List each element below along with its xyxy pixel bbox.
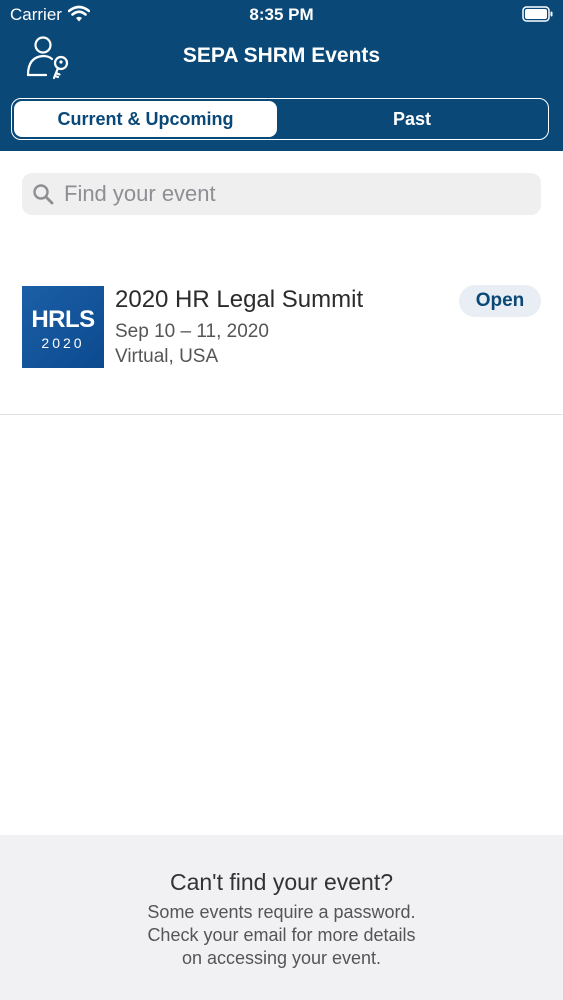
- event-logo-text: HRLS: [31, 306, 95, 333]
- search-input[interactable]: [64, 173, 524, 215]
- help-footer: Can't find your event? Some events requi…: [0, 835, 563, 1000]
- tab-past[interactable]: Past: [278, 101, 546, 137]
- event-logo-year: 2020: [41, 335, 85, 351]
- footer-text: Some events require a password.: [147, 902, 416, 922]
- search-bar: [22, 173, 541, 215]
- status-bar: Carrier 8:35 PM: [0, 0, 563, 30]
- app-title: SEPA SHRM Events: [182, 44, 381, 67]
- open-button[interactable]: Open: [459, 285, 541, 317]
- footer-text: on accessing your event.: [181, 948, 382, 968]
- event-location: Virtual, USA: [115, 346, 219, 367]
- header: Carrier 8:35 PM SEPA SHRM Events Current…: [0, 0, 563, 151]
- event-dates: Sep 10 – 11, 2020: [115, 321, 269, 342]
- battery-icon: [522, 6, 553, 22]
- event-tabs: Current & Upcoming Past: [11, 98, 549, 140]
- clock: 8:35 PM: [249, 5, 314, 24]
- event-logo: HRLS 2020: [22, 286, 104, 368]
- footer-text: Check your email for more details: [147, 925, 416, 945]
- event-list-item[interactable]: HRLS 2020 2020 HR Legal Summit Sep 10 – …: [0, 264, 563, 415]
- search-icon: [33, 184, 54, 205]
- tab-current-upcoming[interactable]: Current & Upcoming: [14, 101, 277, 137]
- event-title: 2020 HR Legal Summit: [115, 286, 364, 313]
- footer-title: Can't find your event?: [169, 869, 394, 895]
